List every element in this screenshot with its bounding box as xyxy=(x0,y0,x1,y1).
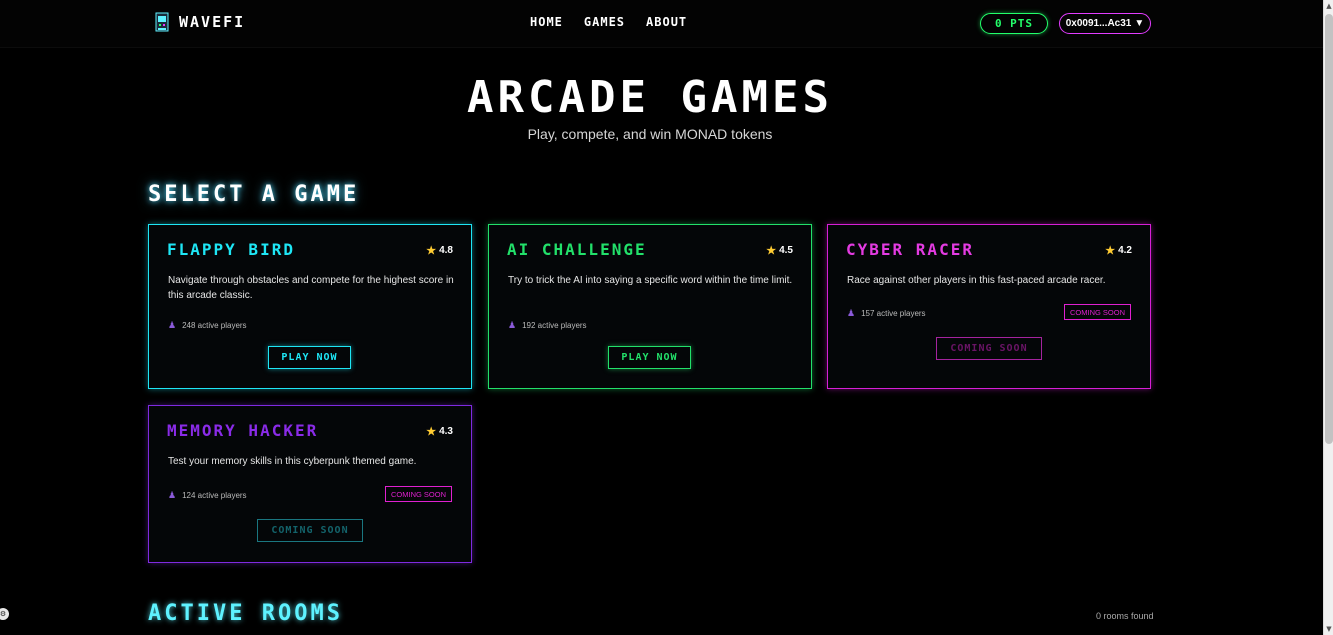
brand-logo[interactable]: WAVEFI xyxy=(153,12,245,32)
person-icon: ♟ xyxy=(168,320,177,330)
game-rating: ★ 4.5 xyxy=(766,244,793,257)
player-count: ♟ 248 active players xyxy=(168,320,247,331)
chevron-down-icon: ▼ xyxy=(1134,18,1145,29)
game-title: CYBER RACER xyxy=(846,240,974,259)
player-count-text: 124 active players xyxy=(182,491,247,500)
page-subtitle: Play, compete, and win MONAD tokens xyxy=(527,126,773,142)
game-card-cyber-racer: CYBER RACER ★ 4.2 Race against other pla… xyxy=(827,224,1151,389)
wallet-address: 0x0091...Ac31 xyxy=(1065,18,1132,29)
game-description: Navigate through obstacles and compete f… xyxy=(168,275,454,301)
game-title: AI CHALLENGE xyxy=(507,240,647,259)
player-count-text: 192 active players xyxy=(522,321,587,330)
person-icon: ♟ xyxy=(847,308,856,318)
coming-soon-badge: COMING SOON xyxy=(1063,304,1131,320)
game-description: Try to trick the AI into saying a specif… xyxy=(508,275,793,286)
coming-soon-button[interactable]: COMING SOON xyxy=(936,337,1042,360)
game-description: Race against other players in this fast-… xyxy=(847,275,1106,286)
game-card-flappy-bird: FLAPPY BIRD ★ 4.8 Navigate through obsta… xyxy=(148,224,472,389)
star-icon: ★ xyxy=(426,426,437,438)
player-count: ♟ 157 active players xyxy=(847,308,926,319)
play-now-button[interactable]: PLAY NOW xyxy=(608,346,691,369)
rating-value: 4.3 xyxy=(439,426,453,437)
active-rooms-heading: ACTIVE ROOMS xyxy=(148,601,343,626)
scrollbar-thumb[interactable] xyxy=(1325,14,1333,444)
play-now-button[interactable]: PLAY NOW xyxy=(268,346,351,369)
scroll-down-icon[interactable]: ▼ xyxy=(1325,625,1333,633)
settings-icon[interactable]: ⚙ xyxy=(0,608,9,620)
page-title: ARCADE GAMES xyxy=(467,72,833,123)
coming-soon-badge: COMING SOON xyxy=(384,486,452,502)
rating-value: 4.2 xyxy=(1118,245,1132,256)
rating-value: 4.5 xyxy=(779,245,793,256)
person-icon: ♟ xyxy=(508,320,517,330)
top-navbar: WAVEFI HOME GAMES ABOUT 0 PTS 0x0091...A… xyxy=(0,0,1323,48)
player-count-text: 248 active players xyxy=(182,321,247,330)
brand-name: WAVEFI xyxy=(179,13,246,31)
game-rating: ★ 4.2 xyxy=(1105,244,1132,257)
points-badge[interactable]: 0 PTS xyxy=(980,13,1048,34)
coming-soon-button[interactable]: COMING SOON xyxy=(257,519,363,542)
wallet-button[interactable]: 0x0091...Ac31 ▼ xyxy=(1059,13,1151,34)
nav-home[interactable]: HOME xyxy=(530,15,563,29)
rating-value: 4.8 xyxy=(439,245,453,256)
person-icon: ♟ xyxy=(168,490,177,500)
game-rating: ★ 4.8 xyxy=(426,244,453,257)
select-game-heading: SELECT A GAME xyxy=(148,182,360,207)
game-description: Test your memory skills in this cyberpun… xyxy=(168,456,417,467)
player-count: ♟ 192 active players xyxy=(508,320,587,331)
nav-games[interactable]: GAMES xyxy=(584,15,625,29)
vertical-scrollbar[interactable]: ▲ ▼ xyxy=(1323,0,1333,635)
game-rating: ★ 4.3 xyxy=(426,425,453,438)
star-icon: ★ xyxy=(426,245,437,257)
main-nav: HOME GAMES ABOUT xyxy=(530,15,687,29)
player-count: ♟ 124 active players xyxy=(168,490,247,501)
star-icon: ★ xyxy=(766,245,777,257)
game-title: FLAPPY BIRD xyxy=(167,240,295,259)
player-count-text: 157 active players xyxy=(861,309,926,318)
scroll-up-icon[interactable]: ▲ xyxy=(1325,2,1333,10)
game-card-memory-hacker: MEMORY HACKER ★ 4.3 Test your memory ski… xyxy=(148,405,472,563)
rooms-count: 0 rooms found xyxy=(1096,611,1154,621)
arcade-cabinet-icon xyxy=(153,12,171,32)
nav-about[interactable]: ABOUT xyxy=(646,15,687,29)
game-card-ai-challenge: AI CHALLENGE ★ 4.5 Try to trick the AI i… xyxy=(488,224,812,389)
game-title: MEMORY HACKER xyxy=(167,421,319,440)
star-icon: ★ xyxy=(1105,245,1116,257)
